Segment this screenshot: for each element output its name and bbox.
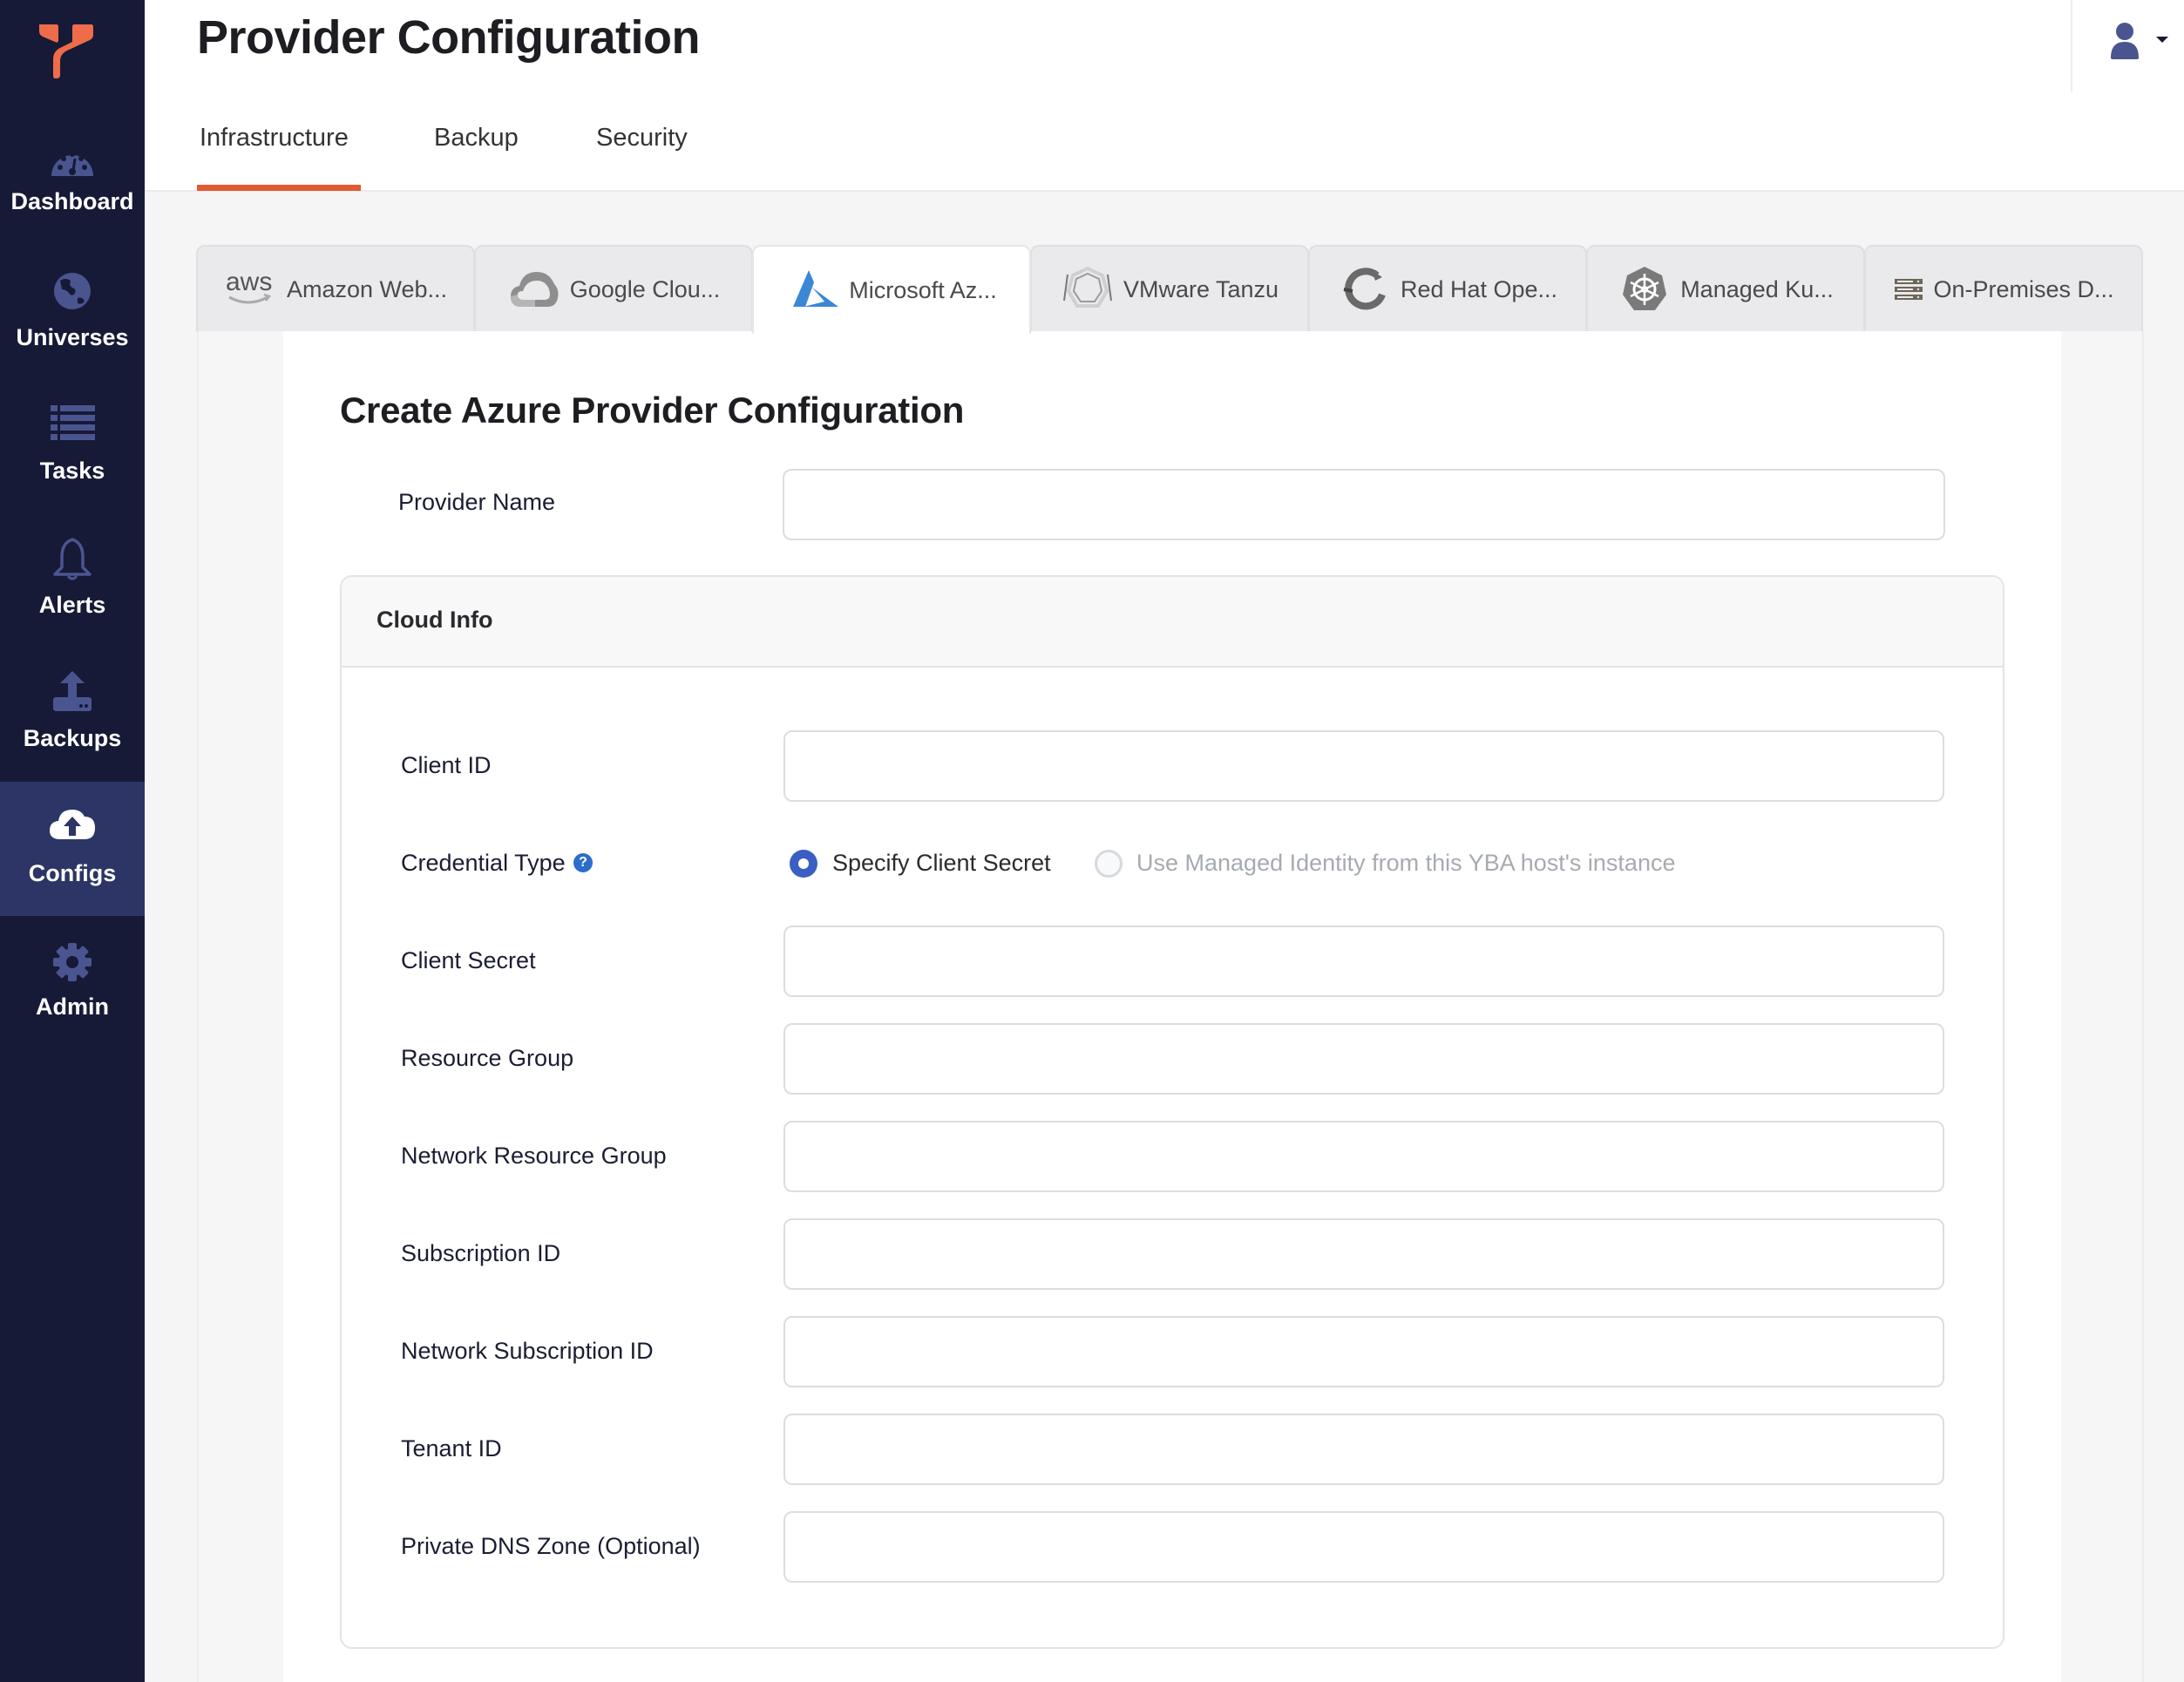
help-icon[interactable]: ? — [573, 853, 593, 872]
tab-label: Google Clou... — [569, 275, 721, 302]
cloud-upload-icon — [50, 810, 95, 839]
client-secret-input[interactable] — [783, 926, 1944, 997]
kubernetes-icon — [1618, 265, 1672, 314]
managed-identity-radio[interactable] — [1095, 850, 1123, 878]
tab-content-pane: Create Azure Provider Configuration Prov… — [197, 331, 2144, 1682]
cloud-info-card: Cloud Info Client ID Credential Type ? S… — [340, 575, 2004, 1649]
dashboard-gauge-icon — [51, 152, 93, 176]
sidebar-item-label: Tasks — [39, 458, 105, 484]
tab-label: Microsoft Az... — [849, 276, 997, 303]
chevron-down-icon — [2156, 37, 2168, 43]
page-title: Provider Configuration — [197, 11, 701, 64]
credential-type-label: Credential Type — [401, 850, 566, 876]
vmware-tanzu-icon — [1061, 265, 1115, 314]
azure-config-form: Create Azure Provider Configuration Prov… — [283, 331, 2061, 1682]
tab-security[interactable]: Security — [596, 124, 688, 153]
bell-icon — [53, 538, 92, 580]
sidebar-item-dashboard[interactable]: Dashboard — [0, 136, 145, 270]
sidebar-item-label: Backups — [23, 725, 122, 751]
network-resource-group-label: Network Resource Group — [401, 1143, 667, 1169]
cloud-info-header: Cloud Info — [342, 577, 2003, 668]
list-icon — [51, 405, 95, 440]
divider — [2071, 0, 2072, 92]
subscription-id-input[interactable] — [783, 1218, 1944, 1290]
tab-azure[interactable]: Microsoft Az... — [752, 245, 1031, 334]
sidebar-item-configs[interactable]: Configs — [0, 782, 145, 916]
google-cloud-icon — [507, 265, 561, 314]
upload-icon — [53, 671, 92, 711]
sidebar-item-admin[interactable]: Admin — [0, 938, 145, 1072]
resource-group-input[interactable] — [783, 1023, 1944, 1095]
client-id-input[interactable] — [783, 730, 1944, 802]
user-avatar-icon — [2111, 23, 2139, 59]
sidebar-item-universes[interactable]: Universes — [0, 268, 145, 403]
sidebar: Dashboard Universes Tasks Alerts Backups… — [0, 0, 145, 1682]
tab-managed-kubernetes[interactable]: Managed Ku... — [1586, 245, 1865, 332]
private-dns-zone-input[interactable] — [783, 1511, 1944, 1583]
client-secret-label: Client Secret — [401, 947, 536, 973]
aws-icon: aws — [224, 265, 278, 314]
tab-label: On-Premises D... — [1933, 275, 2114, 302]
tab-label: Red Hat Ope... — [1400, 275, 1558, 302]
sidebar-item-label: Admin — [36, 994, 109, 1020]
globe-icon — [54, 273, 91, 309]
sidebar-item-label: Dashboard — [10, 188, 134, 214]
provider-tabs: aws Amazon Web... Google Clou... Microso… — [196, 245, 2144, 334]
tab-backup[interactable]: Backup — [434, 124, 519, 153]
tab-label: VMware Tanzu — [1123, 275, 1279, 302]
tab-on-premises[interactable]: On-Premises D... — [1864, 245, 2143, 332]
user-menu-button[interactable] — [2093, 19, 2181, 63]
client-id-label: Client ID — [401, 752, 492, 778]
tenant-id-input[interactable] — [783, 1414, 1944, 1485]
private-dns-zone-label: Private DNS Zone (Optional) — [401, 1533, 701, 1559]
active-tab-indicator — [197, 185, 361, 191]
managed-identity-label[interactable]: Use Managed Identity from this YBA host'… — [1136, 850, 1675, 877]
sidebar-item-tasks[interactable]: Tasks — [0, 402, 145, 536]
form-title: Create Azure Provider Configuration — [340, 390, 965, 431]
svg-text:aws: aws — [226, 268, 272, 296]
yugabyte-logo-icon[interactable] — [37, 24, 95, 78]
provider-name-input[interactable] — [783, 469, 1945, 540]
tab-label: Managed Ku... — [1680, 275, 1834, 302]
sidebar-item-label: Universes — [16, 324, 129, 350]
specify-client-secret-radio[interactable] — [790, 850, 817, 878]
sidebar-item-label: Configs — [28, 860, 117, 886]
resource-group-label: Resource Group — [401, 1045, 574, 1071]
network-resource-group-input[interactable] — [783, 1121, 1944, 1192]
provider-name-label: Provider Name — [398, 489, 556, 515]
cloud-info-title: Cloud Info — [376, 607, 493, 633]
gear-icon — [53, 943, 92, 981]
tab-google-cloud[interactable]: Google Clou... — [474, 245, 753, 332]
page-header: Provider Configuration Infrastructure Ba… — [145, 0, 2184, 192]
tab-openshift[interactable]: Red Hat Ope... — [1308, 245, 1587, 332]
tab-infrastructure[interactable]: Infrastructure — [200, 124, 349, 153]
server-icon — [1893, 265, 1924, 314]
sidebar-item-alerts[interactable]: Alerts — [0, 536, 145, 670]
tenant-id-label: Tenant ID — [401, 1435, 502, 1462]
tab-label: Amazon Web... — [286, 275, 448, 302]
azure-icon — [786, 266, 840, 315]
tab-aws[interactable]: aws Amazon Web... — [196, 245, 475, 332]
subscription-id-label: Subscription ID — [401, 1240, 561, 1266]
network-subscription-id-input[interactable] — [783, 1316, 1944, 1387]
tab-vmware-tanzu[interactable]: VMware Tanzu — [1030, 245, 1309, 332]
openshift-icon — [1338, 265, 1392, 314]
network-subscription-id-label: Network Subscription ID — [401, 1338, 654, 1364]
specify-client-secret-label[interactable]: Specify Client Secret — [832, 850, 1051, 877]
sidebar-item-label: Alerts — [38, 592, 106, 618]
